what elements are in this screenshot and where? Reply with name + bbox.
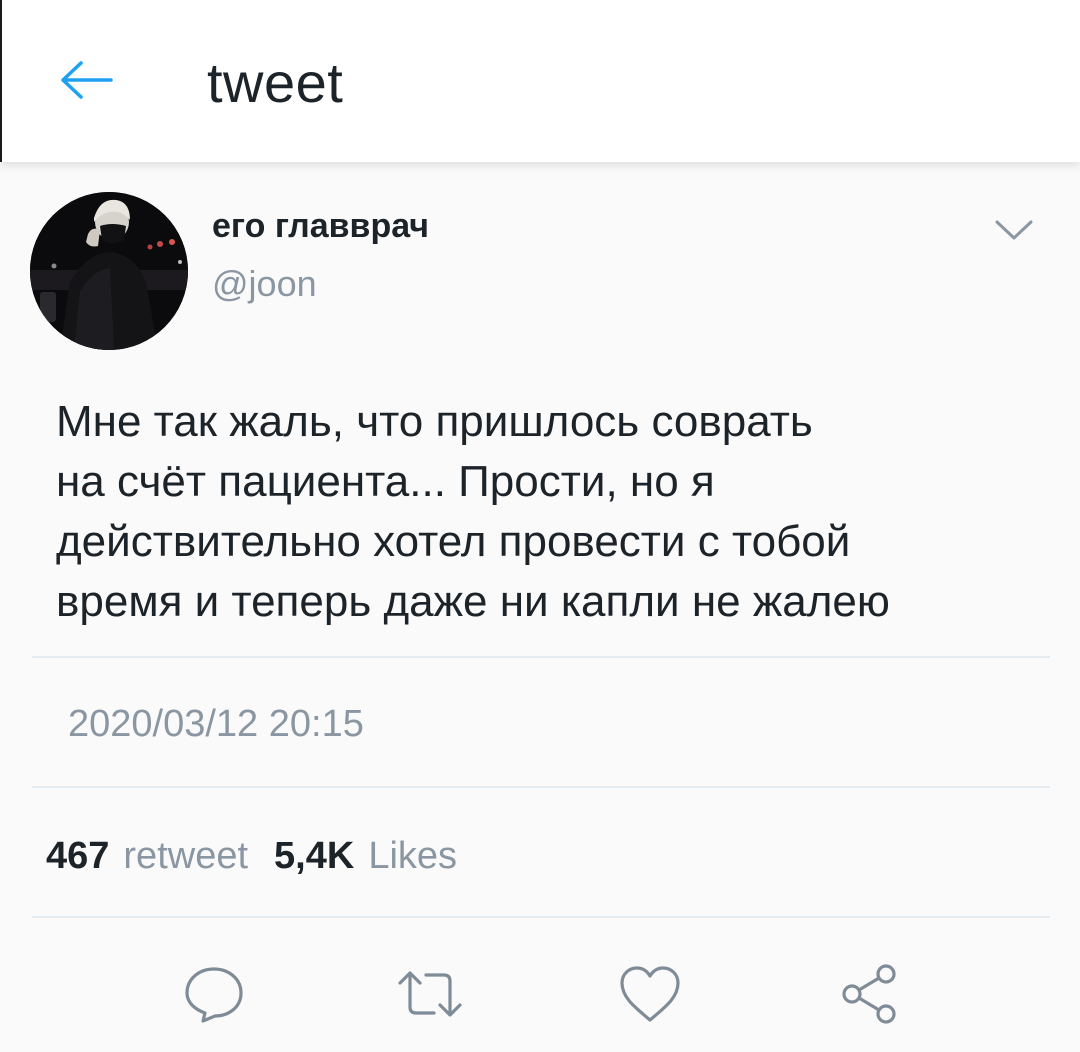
share-icon [842, 964, 896, 1024]
tweet-text-line: на счёт пациента... Прости, но я [56, 457, 715, 506]
author-handle[interactable]: @joon [212, 262, 317, 306]
arrow-left-icon [61, 61, 113, 99]
back-button[interactable] [54, 52, 118, 108]
tweet-screen: tweet его главврач @joon Мне так жаль, ч… [0, 0, 1080, 1052]
tweet-text-line: действительно хотел провести с тобой [56, 517, 851, 566]
divider [32, 786, 1050, 788]
author-name[interactable]: его главврач [212, 204, 429, 248]
avatar-photo [30, 192, 188, 350]
tweet-text-line: время и теперь даже ни капли не жалею [56, 577, 890, 626]
tweet-timestamp: 2020/03/12 20:15 [68, 703, 364, 745]
page-title: tweet [207, 51, 344, 114]
like-button[interactable] [614, 958, 686, 1030]
tweet-text: Мне так жаль, что пришлось соврать на сч… [56, 392, 1036, 632]
likes-label[interactable]: Likes [368, 832, 457, 880]
divider [32, 656, 1050, 658]
tweet-stats: 467 retweet 5,4K Likes [46, 832, 483, 880]
retweet-icon [398, 971, 462, 1017]
top-bar: tweet [0, 0, 1080, 162]
reply-icon [185, 967, 243, 1023]
tweet-menu-button[interactable] [990, 210, 1038, 250]
reply-button[interactable] [178, 958, 250, 1030]
retweet-label[interactable]: retweet [123, 832, 248, 880]
divider [32, 916, 1050, 918]
share-button[interactable] [834, 958, 906, 1030]
retweet-count[interactable]: 467 [46, 832, 109, 880]
chevron-down-icon [995, 220, 1033, 240]
likes-count[interactable]: 5,4K [274, 832, 354, 880]
retweet-button[interactable] [394, 958, 466, 1030]
tweet-text-line: Мне так жаль, что пришлось соврать [56, 397, 813, 446]
like-icon [620, 966, 680, 1022]
avatar[interactable] [30, 192, 188, 350]
